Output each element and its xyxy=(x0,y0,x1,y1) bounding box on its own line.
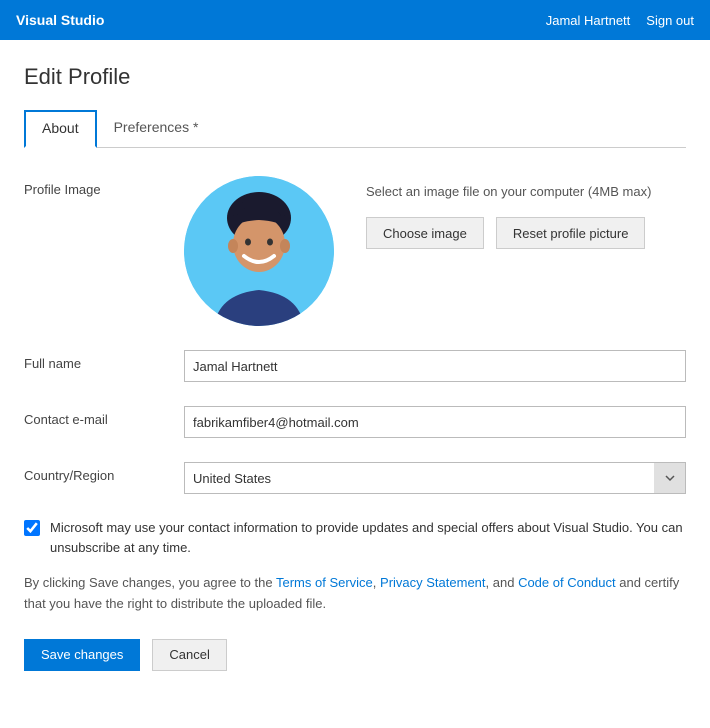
tab-bar: About Preferences * xyxy=(24,110,686,148)
country-label: Country/Region xyxy=(24,462,184,483)
save-button[interactable]: Save changes xyxy=(24,639,140,671)
email-input[interactable] xyxy=(184,406,686,438)
conduct-link[interactable]: Code of Conduct xyxy=(518,575,616,590)
email-label: Contact e-mail xyxy=(24,406,184,427)
fullname-label: Full name xyxy=(24,350,184,371)
country-control: United States Canada United Kingdom Aust… xyxy=(184,462,686,494)
header-username: Jamal Hartnett xyxy=(546,13,631,28)
tab-preferences[interactable]: Preferences * xyxy=(97,110,216,148)
country-row: Country/Region United States Canada Unit… xyxy=(24,462,686,494)
email-row: Contact e-mail xyxy=(24,406,686,438)
cancel-button[interactable]: Cancel xyxy=(152,639,226,671)
profile-image-section: Select an image file on your computer (4… xyxy=(184,176,686,326)
avatar xyxy=(184,176,334,326)
page-content: Edit Profile About Preferences * Profile… xyxy=(0,40,710,703)
avatar-svg xyxy=(184,176,334,326)
fullname-input[interactable] xyxy=(184,350,686,382)
country-select[interactable]: United States Canada United Kingdom Aust… xyxy=(184,462,686,494)
image-actions: Select an image file on your computer (4… xyxy=(366,176,651,249)
image-hint: Select an image file on your computer (4… xyxy=(366,184,651,199)
profile-image-row: Profile Image xyxy=(24,176,686,326)
fullname-control xyxy=(184,350,686,382)
profile-image-label: Profile Image xyxy=(24,176,184,197)
image-buttons: Choose image Reset profile picture xyxy=(366,217,651,249)
choose-image-button[interactable]: Choose image xyxy=(366,217,484,249)
privacy-link[interactable]: Privacy Statement xyxy=(380,575,486,590)
terms-link[interactable]: Terms of Service xyxy=(276,575,373,590)
page-title: Edit Profile xyxy=(24,64,686,90)
consent-row: Microsoft may use your contact informati… xyxy=(24,518,686,557)
country-select-wrapper: United States Canada United Kingdom Aust… xyxy=(184,462,686,494)
reset-picture-button[interactable]: Reset profile picture xyxy=(496,217,646,249)
consent-label[interactable]: Microsoft may use your contact informati… xyxy=(50,518,686,557)
bottom-actions: Save changes Cancel xyxy=(24,639,686,679)
legal-text: By clicking Save changes, you agree to t… xyxy=(24,573,686,615)
consent-checkbox[interactable] xyxy=(24,520,40,536)
tab-about[interactable]: About xyxy=(24,110,97,148)
header-right: Jamal Hartnett Sign out xyxy=(546,13,694,28)
app-header: Visual Studio Jamal Hartnett Sign out xyxy=(0,0,710,40)
fullname-row: Full name xyxy=(24,350,686,382)
signout-link[interactable]: Sign out xyxy=(646,13,694,28)
app-title: Visual Studio xyxy=(16,12,104,28)
profile-image-control: Select an image file on your computer (4… xyxy=(184,176,686,326)
email-control xyxy=(184,406,686,438)
